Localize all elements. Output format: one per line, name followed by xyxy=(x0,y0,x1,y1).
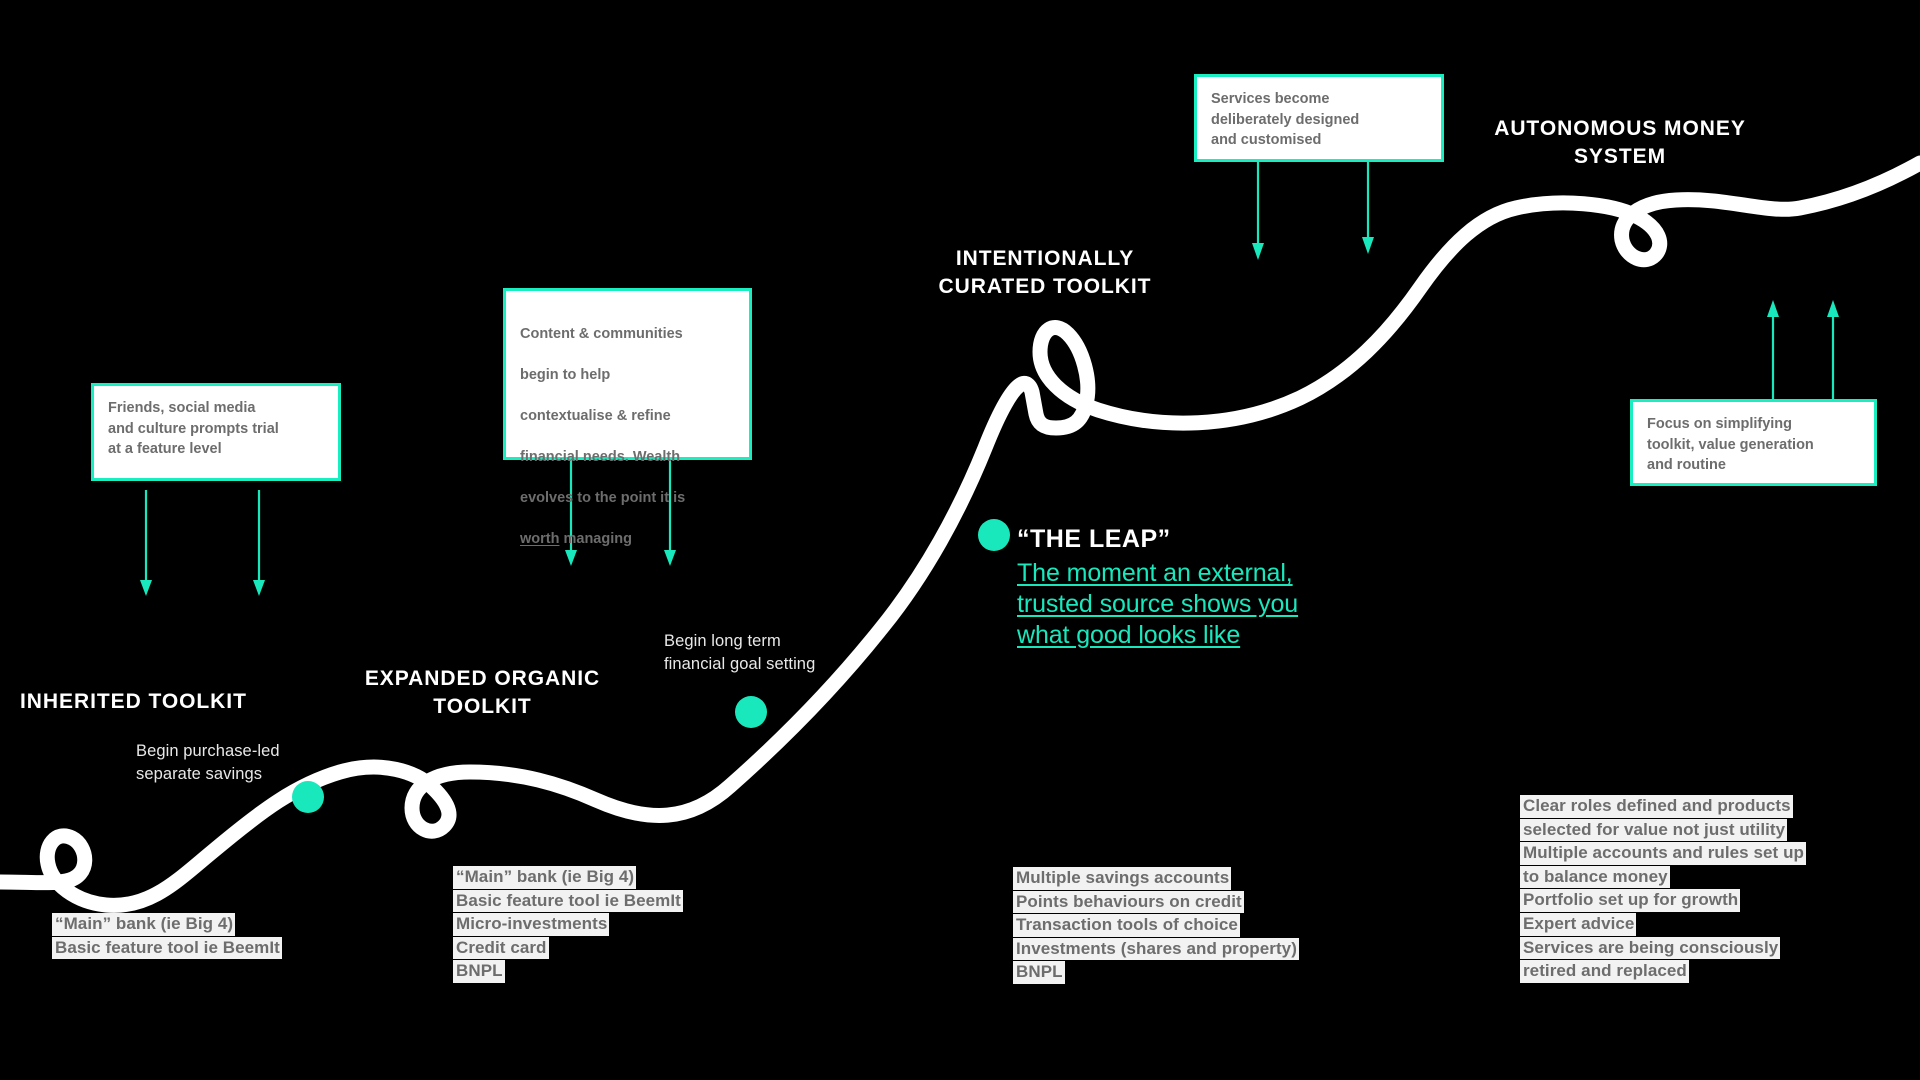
list-item: “Main” bank (ie Big 4) xyxy=(52,913,236,936)
callout-connector-arrows xyxy=(140,162,1839,596)
callout-content-line4: financial needs. Wealth xyxy=(520,449,681,466)
list-expanded-organic-toolkit: “Main” bank (ie Big 4) Basic feature tool… xyxy=(453,866,683,984)
list-item: selected for value not just utility xyxy=(1520,818,1788,842)
the-leap-subtitle: The moment an external, trusted source s… xyxy=(1017,559,1299,649)
list-item: Credit card xyxy=(453,936,549,960)
list-item: Multiple accounts and rules set up xyxy=(1520,842,1806,865)
callout-content-line6-rest: managing xyxy=(559,531,632,548)
list-item: Investments (shares and property) xyxy=(1013,937,1299,961)
milestone-dot-leap[interactable] xyxy=(978,519,1010,551)
arrow-head-content-1 xyxy=(565,550,577,566)
note-long-term-goals: Begin long term financial goal setting xyxy=(664,632,816,674)
list-item: Basic feature tool ie BeemIt xyxy=(453,889,683,913)
list-item: Basic feature tool ie BeemIt xyxy=(52,936,282,960)
list-autonomous-money-system: Clear roles defined and products selected… xyxy=(1520,795,1806,984)
list-item: Points behaviours on credit xyxy=(1013,890,1244,914)
journey-diagram-canvas: INHERITED TOOLKIT EXPANDED ORGANIC TOOLK… xyxy=(0,0,1920,1080)
callout-content-line1: Content & communities xyxy=(520,325,683,342)
stage-heading-intentionally-curated-toolkit: INTENTIONALLY CURATED TOOLKIT xyxy=(938,247,1152,299)
list-item: retired and replaced xyxy=(1520,960,1689,983)
arrow-head-focus-1 xyxy=(1767,300,1779,317)
list-item: Micro-investments xyxy=(453,913,610,936)
list-item: to balance money xyxy=(1520,865,1670,889)
callout-content-line3: contextualise & refine xyxy=(520,407,671,424)
note-purchase-led-savings: Begin purchase-led separate savings xyxy=(136,742,280,784)
stage-heading-autonomous-money-system: AUTONOMOUS MONEY SYSTEM xyxy=(1494,117,1746,169)
arrow-head-focus-2 xyxy=(1827,300,1839,317)
callout-focus-simplifying: Focus on simplifying toolkit, value gene… xyxy=(1630,399,1877,486)
callout-content-communities: Content & communities begin to help cont… xyxy=(503,288,752,547)
arrow-head-friends-1 xyxy=(140,580,152,596)
milestone-dot-goals[interactable] xyxy=(735,696,767,728)
list-item: BNPL xyxy=(453,960,505,984)
callout-content-line2: begin to help xyxy=(520,366,611,383)
list-intentionally-curated-toolkit: Multiple savings accounts Points behaviou… xyxy=(1013,867,1299,985)
arrow-head-services-2 xyxy=(1362,237,1374,254)
callout-services-designed: Services become deliberately designed an… xyxy=(1194,74,1444,162)
list-inherited-toolkit: “Main” bank (ie Big 4) Basic feature tool… xyxy=(52,913,282,960)
list-item: Multiple savings accounts xyxy=(1013,867,1232,890)
callout-friends-social-media: Friends, social media and culture prompt… xyxy=(91,383,341,481)
list-item: Transaction tools of choice xyxy=(1013,914,1240,937)
list-item: Expert advice xyxy=(1520,913,1637,936)
list-item: Clear roles defined and products xyxy=(1520,795,1793,818)
arrow-head-services-1 xyxy=(1252,243,1264,260)
stage-heading-inherited-toolkit: INHERITED TOOLKIT xyxy=(20,690,247,713)
stage-heading-expanded-organic-toolkit: EXPANDED ORGANIC TOOLKIT xyxy=(364,667,601,719)
list-item: Services are being consciously xyxy=(1520,936,1781,960)
callout-content-line5: evolves to the point it is xyxy=(520,490,686,507)
the-leap-title: “THE LEAP” xyxy=(1017,525,1171,553)
list-item: “Main” bank (ie Big 4) xyxy=(453,866,637,889)
callout-content-underlined-word: worth xyxy=(520,531,560,548)
arrow-head-friends-2 xyxy=(253,580,265,596)
the-leap-block: “THE LEAP” The moment an external, trust… xyxy=(1017,525,1377,651)
list-item: Portfolio set up for growth xyxy=(1520,889,1741,913)
arrow-head-content-2 xyxy=(664,550,676,566)
list-item: BNPL xyxy=(1013,961,1065,985)
